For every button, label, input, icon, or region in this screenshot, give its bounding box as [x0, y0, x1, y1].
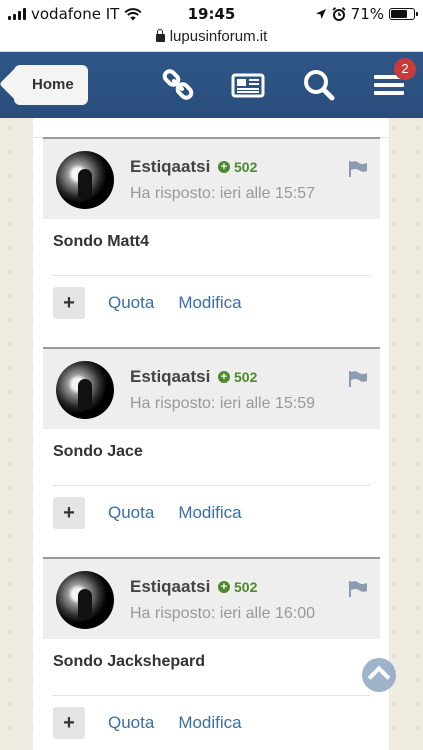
flag-icon[interactable] — [349, 581, 367, 597]
battery-fill — [391, 10, 407, 18]
reputation-badge: + 502 — [218, 579, 257, 595]
reputation-value: 502 — [234, 159, 258, 175]
post-body: Sondo Jackshepard — [53, 653, 206, 670]
reputation-badge: + 502 — [218, 369, 257, 385]
url-text: lupusinforum.it — [169, 28, 268, 45]
plus-circle-icon: + — [218, 581, 230, 593]
scroll-to-top-button[interactable] — [362, 658, 396, 692]
reputation-value: 502 — [234, 579, 258, 595]
reputation-value: 502 — [234, 369, 258, 385]
more-button[interactable]: + — [53, 707, 85, 739]
flag-icon[interactable] — [349, 161, 367, 177]
reputation-badge: + 502 — [218, 159, 257, 175]
post-header: Estiqaatsi + 502 Ha risposto: ieri alle … — [43, 557, 380, 639]
author-name[interactable]: Estiqaatsi — [130, 577, 210, 597]
notification-badge: 2 — [394, 58, 416, 80]
quote-link[interactable]: Quota — [108, 293, 154, 313]
post-body: Sondo Matt4 — [53, 233, 149, 250]
edit-link[interactable]: Modifica — [178, 293, 241, 313]
avatar[interactable] — [56, 151, 114, 209]
post-divider — [53, 275, 370, 276]
plus-circle-icon: + — [218, 161, 230, 173]
more-button[interactable]: + — [53, 497, 85, 529]
post-timestamp: Ha risposto: ieri alle 15:57 — [130, 185, 315, 202]
more-button[interactable]: + — [53, 287, 85, 319]
menu-icon[interactable]: 2 — [372, 58, 416, 102]
plus-circle-icon: + — [218, 371, 230, 383]
flag-icon[interactable] — [349, 371, 367, 387]
post-timestamp: Ha risposto: ieri alle 15:59 — [130, 395, 315, 412]
post-actions: + Quota Modifica — [53, 497, 266, 529]
post-actions: + Quota Modifica — [53, 287, 266, 319]
navbar: Home 2 — [0, 52, 423, 118]
battery-icon — [389, 8, 418, 20]
alarm-icon — [332, 7, 346, 21]
link-icon[interactable] — [161, 68, 195, 102]
post-header: Estiqaatsi + 502 Ha risposto: ieri alle … — [43, 137, 380, 219]
quote-link[interactable]: Quota — [108, 713, 154, 733]
post-header: Estiqaatsi + 502 Ha risposto: ieri alle … — [43, 347, 380, 429]
author-name[interactable]: Estiqaatsi — [130, 367, 210, 387]
post-timestamp: Ha risposto: ieri alle 16:00 — [130, 605, 315, 622]
status-bar-right: 71% — [315, 5, 418, 23]
edit-link[interactable]: Modifica — [178, 503, 241, 523]
lock-icon — [155, 29, 165, 42]
address-bar[interactable]: lupusinforum.it — [0, 28, 423, 52]
post-divider — [53, 485, 370, 486]
post-actions: + Quota Modifica — [53, 707, 266, 739]
battery-percent: 71% — [350, 5, 384, 23]
search-icon[interactable] — [302, 68, 336, 102]
status-bar: vodafone IT 19:45 71% — [0, 0, 423, 28]
edit-link[interactable]: Modifica — [178, 713, 241, 733]
avatar[interactable] — [56, 361, 114, 419]
previous-post-divider — [33, 118, 389, 138]
author-name[interactable]: Estiqaatsi — [130, 157, 210, 177]
avatar[interactable] — [56, 571, 114, 629]
newspaper-icon[interactable] — [231, 68, 265, 102]
post-body: Sondo Jace — [53, 443, 143, 460]
post-divider — [53, 695, 370, 696]
location-arrow-icon — [315, 9, 326, 19]
home-button[interactable]: Home — [14, 65, 88, 105]
quote-link[interactable]: Quota — [108, 503, 154, 523]
content-area[interactable]: Estiqaatsi + 502 Ha risposto: ieri alle … — [0, 118, 423, 750]
